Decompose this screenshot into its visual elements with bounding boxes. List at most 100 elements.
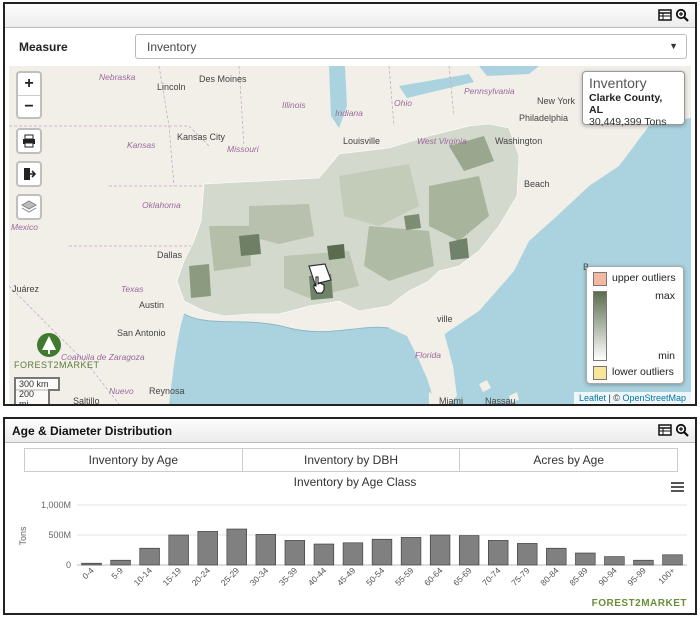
bar-0-4[interactable] <box>81 562 102 566</box>
map-label-oklahoma: Oklahoma <box>142 200 181 210</box>
legend-lower-swatch <box>593 366 607 380</box>
hand-cursor-icon <box>313 276 325 294</box>
bar-85-89[interactable] <box>575 552 596 566</box>
y-tick-labels: 0 500M 1,000M <box>41 500 71 570</box>
bar-35-39[interactable] <box>284 540 306 566</box>
map-legend: upper outliers max min lower outliers <box>586 266 684 384</box>
x-tick-labels: 0-4 5-9 10-14 15-19 20-24 25-29 30-34 35-39 40-4… <box>80 565 677 588</box>
map-label-jacksonville: ville <box>437 314 453 324</box>
zoom-out-button[interactable]: − <box>18 95 40 117</box>
map-label-lincoln: Lincoln <box>157 82 186 92</box>
x-tick-label: 30-34 <box>248 565 271 588</box>
map-label-indiana: Indiana <box>335 108 363 118</box>
map-label-dallas: Dallas <box>157 250 183 260</box>
x-tick-label: 45-49 <box>335 565 358 588</box>
info-title: Inventory <box>589 75 647 91</box>
chart-brand: FOREST2MARKET <box>591 598 687 609</box>
bar-45-49[interactable] <box>342 542 364 566</box>
map-label-saltillo: Saltillo <box>73 396 100 404</box>
map-label-miami: Miami <box>439 396 463 404</box>
zoom-control: + − <box>16 71 42 119</box>
y-tick-label: 0 <box>66 560 71 570</box>
hamburger-icon-line-2 <box>671 486 684 488</box>
x-tick-label: 90-94 <box>596 565 619 588</box>
bar-95-99[interactable] <box>633 559 654 566</box>
map-label-san-antonio: San Antonio <box>117 328 166 338</box>
map-label-new-york: New York <box>537 96 576 106</box>
map-label-louisville: Louisville <box>343 136 381 146</box>
map-label-florida: Florida <box>415 350 441 360</box>
bar-75-79[interactable] <box>517 543 538 566</box>
map-panel-header <box>5 4 695 28</box>
measure-row: Measure Inventory ▼ <box>5 28 695 64</box>
zoom-icon[interactable] <box>675 423 689 437</box>
x-tick-label: 60-64 <box>422 565 445 588</box>
osm-link[interactable]: OpenStreetMap <box>622 393 686 403</box>
bar-70-74[interactable] <box>488 540 509 566</box>
x-tick-label: 75-79 <box>509 565 532 588</box>
map-label-reynosa: Reynosa <box>149 386 185 396</box>
table-icon[interactable] <box>658 8 672 22</box>
bar-5-9[interactable] <box>110 559 131 566</box>
hamburger-menu-button[interactable] <box>671 482 684 492</box>
x-tick-label: 10-14 <box>132 565 155 588</box>
info-value: 30,449,399 Tons <box>589 116 667 128</box>
print-button[interactable] <box>16 128 42 154</box>
zoom-in-button[interactable]: + <box>18 73 40 95</box>
map-brand-text: FOREST2MARKET <box>14 360 100 370</box>
map-label-texas: Texas <box>121 284 144 294</box>
x-tick-label: 50-54 <box>364 565 387 588</box>
bar-10-14[interactable] <box>139 547 160 566</box>
tab-acres-by-age[interactable]: Acres by Age <box>460 448 679 472</box>
bar-60-64[interactable] <box>429 534 451 566</box>
leaflet-link[interactable]: Leaflet <box>579 393 606 403</box>
y-tick-label: 500M <box>48 530 71 540</box>
bar-100+[interactable] <box>662 554 683 566</box>
hamburger-icon-line-3 <box>671 490 684 492</box>
x-tick-label: 25-29 <box>219 565 242 588</box>
bar-25-29[interactable] <box>226 528 247 566</box>
map-label-nassau: Nassau <box>485 396 516 404</box>
attribution-separator: | © <box>605 393 623 403</box>
map-panel: Measure Inventory ▼ Nebraska Des Moines … <box>3 2 697 406</box>
chart-bars <box>81 528 683 566</box>
x-tick-label: 85-89 <box>567 565 590 588</box>
bar-55-59[interactable] <box>400 537 422 566</box>
zoom-icon[interactable] <box>675 8 689 22</box>
bar-15-19[interactable] <box>168 534 189 566</box>
table-icon[interactable] <box>658 423 672 437</box>
bar-40-44[interactable] <box>313 543 335 566</box>
x-tick-label: 15-19 <box>161 565 184 588</box>
legend-lower-label: lower outliers <box>612 366 674 378</box>
bar-90-94[interactable] <box>604 556 625 566</box>
distribution-tabs: Inventory by Age Inventory by DBH Acres … <box>24 448 679 472</box>
map-label-austin: Austin <box>139 300 165 310</box>
layers-icon <box>21 200 37 213</box>
tab-inventory-by-dbh[interactable]: Inventory by DBH <box>242 448 461 472</box>
age-class-chart: Inventory by Age Class Tons 0500M1,000M … <box>18 475 687 588</box>
bar-65-69[interactable] <box>458 535 480 566</box>
tab-inventory-by-age[interactable]: Inventory by Age <box>24 448 243 472</box>
map-panel-header-icons <box>658 8 689 22</box>
measure-selected-value: Inventory <box>147 40 197 54</box>
export-icon <box>24 168 36 180</box>
choropleth-map[interactable]: Nebraska Des Moines Lincoln Illinois Ind… <box>9 66 691 404</box>
bar-50-54[interactable] <box>371 538 393 566</box>
bar-30-34[interactable] <box>255 534 276 566</box>
measure-select[interactable]: Inventory ▼ <box>135 34 687 59</box>
bar-80-84[interactable] <box>546 547 567 566</box>
layers-button[interactable] <box>16 194 42 220</box>
map-label-des-moines: Des Moines <box>199 74 247 84</box>
bar-20-24[interactable] <box>197 531 218 566</box>
distribution-panel: Age & Diameter Distribution Inventory by… <box>3 417 697 615</box>
legend-upper-label: upper outliers <box>612 272 676 284</box>
map-label-juarez: Juárez <box>12 284 40 294</box>
y-axis-label: Tons <box>18 526 28 546</box>
x-tick-label: 5-9 <box>109 565 125 581</box>
export-button[interactable] <box>16 161 42 187</box>
x-tick-label: 65-69 <box>451 565 474 588</box>
x-tick-label: 70-74 <box>480 565 503 588</box>
hamburger-icon-line-1 <box>671 482 684 484</box>
chart-title: Inventory by Age Class <box>294 475 417 489</box>
x-tick-label: 0-4 <box>80 565 96 581</box>
